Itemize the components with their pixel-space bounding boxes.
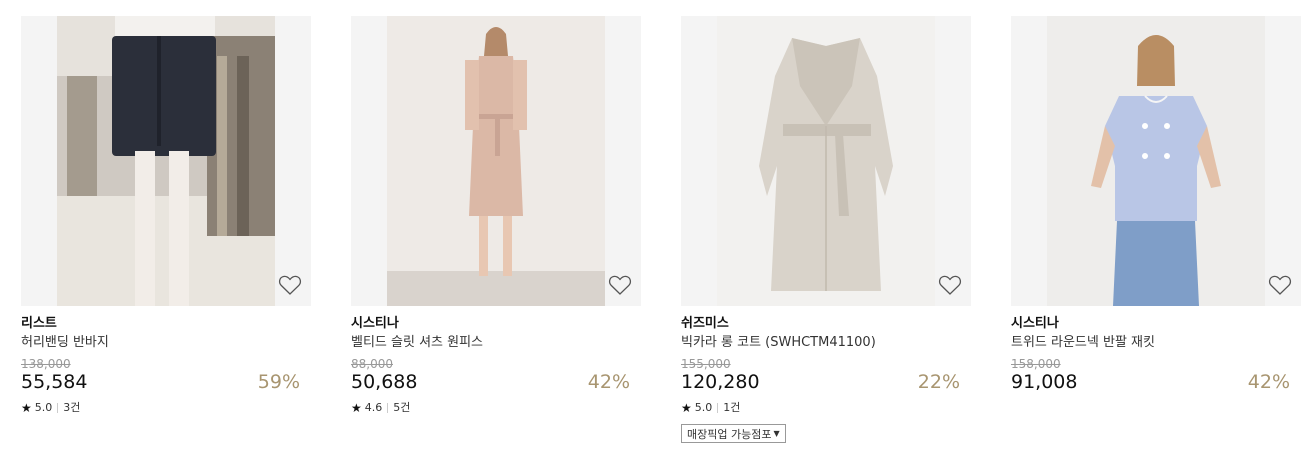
review-count[interactable]: 1건 — [723, 401, 740, 415]
product-brand[interactable]: 리스트 — [21, 316, 311, 332]
original-price: 158,000 — [1011, 357, 1061, 371]
product-image-area[interactable] — [1011, 16, 1301, 306]
product-image-area[interactable] — [351, 16, 641, 306]
product-brand[interactable]: 쉬즈미스 — [681, 316, 971, 332]
product-name[interactable]: 빅카라 롱 코트 (SWHCTM41100) — [681, 335, 971, 351]
rating-summary: ★ 5.0 3건 — [21, 401, 311, 415]
store-pickup-dropdown[interactable]: 매장픽업 가능점포 ▼ — [681, 424, 786, 443]
star-icon: ★ — [681, 401, 692, 415]
divider — [387, 403, 389, 413]
star-icon: ★ — [351, 401, 362, 415]
product-image-area[interactable] — [681, 16, 971, 306]
product-photo[interactable] — [387, 16, 605, 306]
product-card[interactable]: 시스티나 트위드 라운드넥 반팔 재킷 158,000 91,008 42% — [1011, 16, 1301, 393]
store-pickup-label: 매장픽업 가능점포 — [687, 427, 772, 441]
discount-rate: 42% — [587, 371, 630, 393]
discount-rate: 22% — [917, 371, 960, 393]
sale-price: 50,688 — [351, 371, 418, 393]
price-row: 55,584 59% — [21, 371, 311, 393]
rating-score: 4.6 — [364, 401, 383, 414]
rating-summary: ★ 5.0 1건 — [681, 401, 971, 415]
rating-summary: ★ 4.6 5건 — [351, 401, 641, 415]
wishlist-heart-icon[interactable] — [938, 274, 962, 296]
original-price: 138,000 — [21, 357, 71, 371]
rating-score: 5.0 — [694, 401, 713, 414]
divider — [717, 403, 719, 413]
wishlist-heart-icon[interactable] — [278, 274, 302, 296]
product-card[interactable]: 쉬즈미스 빅카라 롱 코트 (SWHCTM41100) 155,000 120,… — [681, 16, 971, 443]
caret-down-icon: ▼ — [773, 429, 780, 438]
product-card[interactable]: 리스트 허리밴딩 반바지 138,000 55,584 59% ★ 5.0 3건 — [21, 16, 311, 415]
original-price: 155,000 — [681, 357, 731, 371]
sale-price: 91,008 — [1011, 371, 1078, 393]
review-count[interactable]: 3건 — [63, 401, 80, 415]
price-row: 120,280 22% — [681, 371, 971, 393]
product-brand[interactable]: 시스티나 — [1011, 316, 1301, 332]
product-name[interactable]: 허리밴딩 반바지 — [21, 335, 311, 351]
review-count[interactable]: 5건 — [393, 401, 410, 415]
discount-rate: 59% — [257, 371, 300, 393]
rating-score: 5.0 — [34, 401, 53, 414]
original-price: 88,000 — [351, 357, 393, 371]
product-image-area[interactable] — [21, 16, 311, 306]
product-photo[interactable] — [1047, 16, 1265, 306]
product-photo[interactable] — [57, 16, 275, 306]
product-name[interactable]: 트위드 라운드넥 반팔 재킷 — [1011, 335, 1301, 351]
price-row: 91,008 42% — [1011, 371, 1301, 393]
sale-price: 120,280 — [681, 371, 760, 393]
discount-rate: 42% — [1247, 371, 1290, 393]
sale-price: 55,584 — [21, 371, 88, 393]
price-row: 50,688 42% — [351, 371, 641, 393]
product-brand[interactable]: 시스티나 — [351, 316, 641, 332]
wishlist-heart-icon[interactable] — [1268, 274, 1292, 296]
product-card[interactable]: 시스티나 벨티드 슬릿 셔츠 원피스 88,000 50,688 42% ★ 4… — [351, 16, 641, 415]
product-photo[interactable] — [717, 16, 935, 306]
star-icon: ★ — [21, 401, 32, 415]
divider — [57, 403, 59, 413]
product-name[interactable]: 벨티드 슬릿 셔츠 원피스 — [351, 335, 641, 351]
wishlist-heart-icon[interactable] — [608, 274, 632, 296]
